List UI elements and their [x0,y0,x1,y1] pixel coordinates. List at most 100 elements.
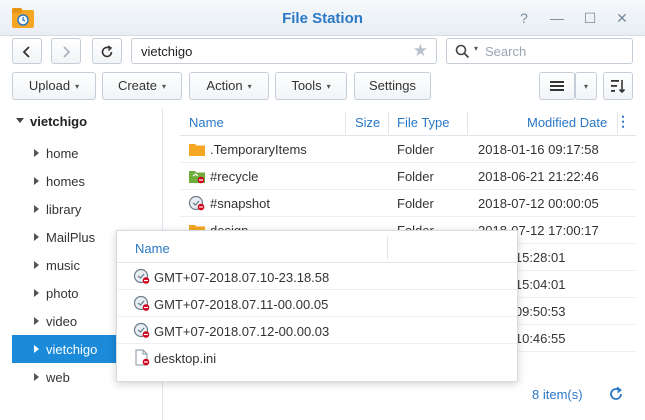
sidebar-item-label: home [46,146,79,161]
search-options-caret-icon[interactable]: ▾ [474,44,478,53]
popup-column-header-name[interactable]: Name [135,241,170,256]
file-grid-header: Name Size File Type Modified Date ⋮ [180,110,636,136]
expand-arrow-icon[interactable] [34,345,39,353]
settings-label: Settings [369,78,416,93]
column-options-icon[interactable]: ⋮ [616,113,630,130]
column-header-size[interactable]: Size [355,115,380,130]
popup-item-name: GMT+07-2018.07.10-23.18.58 [154,270,330,285]
chevron-right-icon [63,46,71,58]
create-button[interactable]: Create ▾ [102,72,182,100]
sidebar-root[interactable]: vietchigo [30,114,87,129]
list-item[interactable]: GMT+07-2018.07.12-00.00.03 [117,317,517,344]
upload-button[interactable]: Upload ▾ [12,72,96,100]
folder-icon [189,144,205,156]
file-type: Folder [397,142,434,157]
forward-button[interactable] [51,38,81,64]
maximize-icon[interactable]: ☐ [582,10,598,26]
expand-arrow-icon[interactable] [34,205,39,213]
sidebar-item-library[interactable]: library [12,195,163,223]
create-label: Create [117,78,157,93]
sort-icon [611,80,626,94]
minimize-icon[interactable]: — [549,10,565,26]
snapshot-popup: Name GMT+07-2018.07.10-23.18.58 GMT+07-2… [116,230,518,382]
current-path: vietchigo [141,44,193,59]
action-label: Action [206,78,243,93]
sidebar-item-label: music [46,258,80,273]
sidebar-item-label: library [46,202,82,217]
expand-arrow-icon[interactable] [34,373,39,381]
path-bar[interactable]: vietchigo ★ [131,38,437,64]
tools-button[interactable]: Tools ▾ [275,72,347,100]
snapshot-folder-icon [133,268,150,284]
close-icon[interactable]: ✕ [614,10,630,26]
expand-arrow-icon[interactable] [34,177,39,185]
sidebar-item-label: video [46,314,78,329]
star-icon[interactable]: ★ [413,41,428,61]
list-item[interactable]: GMT+07-2018.07.11-00.00.05 [117,290,517,317]
column-divider[interactable] [345,112,346,134]
expand-arrow-icon[interactable] [34,233,39,241]
chevron-down-icon: ▾ [75,82,80,91]
column-divider[interactable] [467,112,468,134]
column-header-name[interactable]: Name [189,115,224,130]
list-view-icon [550,81,564,91]
list-item[interactable]: GMT+07-2018.07.10-23.18.58 [117,263,517,290]
expand-arrow-icon[interactable] [34,149,39,157]
sidebar-item-homes[interactable]: homes [12,167,163,195]
expand-arrow-icon[interactable] [34,317,39,325]
expand-arrow-icon[interactable] [34,261,39,269]
chevron-down-icon: ▾ [326,82,331,91]
column-divider[interactable] [387,237,388,259]
file-type: Folder [397,169,434,184]
file-icon [135,349,150,366]
file-name: #snapshot [210,196,270,211]
expand-arrow-icon[interactable] [16,118,24,123]
modified-date: 2018-07-12 00:00:05 [478,196,599,211]
table-row[interactable]: .TemporaryItems Folder 2018-01-16 09:17:… [180,136,636,163]
modified-date: 2018-01-16 09:17:58 [478,142,599,157]
popup-item-name: desktop.ini [154,351,217,366]
sidebar-item-label: homes [46,174,86,189]
recycle-folder-icon [189,171,205,184]
modified-date: 2018-06-21 21:22:46 [478,169,599,184]
chevron-down-icon: ▾ [583,82,588,91]
snapshot-folder-icon [188,195,205,211]
sidebar-item-label: photo [46,286,79,301]
file-type: Folder [397,196,434,211]
snapshot-folder-icon [133,295,150,311]
chevron-down-icon: ▾ [247,82,252,91]
item-count: 8 item(s) [532,387,583,402]
table-row[interactable]: #recycle Folder 2018-06-21 21:22:46 [180,163,636,190]
chevron-left-icon [22,46,30,58]
search-input[interactable] [485,42,625,60]
back-button[interactable] [12,38,42,64]
table-row[interactable]: #snapshot Folder 2018-07-12 00:00:05 [180,190,636,217]
column-header-modified-date[interactable]: Modified Date [527,115,607,130]
list-view-button[interactable] [539,72,575,100]
title-bar: File Station ? — ☐ ✕ [0,0,645,36]
snapshot-folder-icon [133,322,150,338]
action-button[interactable]: Action ▾ [189,72,269,100]
column-divider[interactable] [388,112,389,134]
refresh-button[interactable] [92,38,122,64]
file-name: .TemporaryItems [210,142,307,157]
column-header-file-type[interactable]: File Type [397,115,450,130]
file-name: #recycle [210,169,259,184]
sidebar-item-label: MailPlus [46,230,96,245]
refresh-icon[interactable] [608,386,624,402]
search-icon [455,44,470,59]
popup-item-name: GMT+07-2018.07.12-00.00.03 [154,324,330,339]
sidebar-item-home[interactable]: home [12,139,163,167]
refresh-icon [101,45,113,58]
view-options-button[interactable]: ▾ [575,72,597,100]
help-icon[interactable]: ? [516,10,532,26]
settings-button[interactable]: Settings [354,72,431,100]
popup-header: Name [117,231,517,263]
expand-arrow-icon[interactable] [34,289,39,297]
search-box[interactable]: ▾ [446,38,633,64]
chevron-down-icon: ▾ [162,82,167,91]
tools-label: Tools [291,78,322,93]
sidebar-item-label: web [46,370,70,385]
sort-button[interactable] [603,72,633,100]
list-item[interactable]: desktop.ini [117,344,517,371]
